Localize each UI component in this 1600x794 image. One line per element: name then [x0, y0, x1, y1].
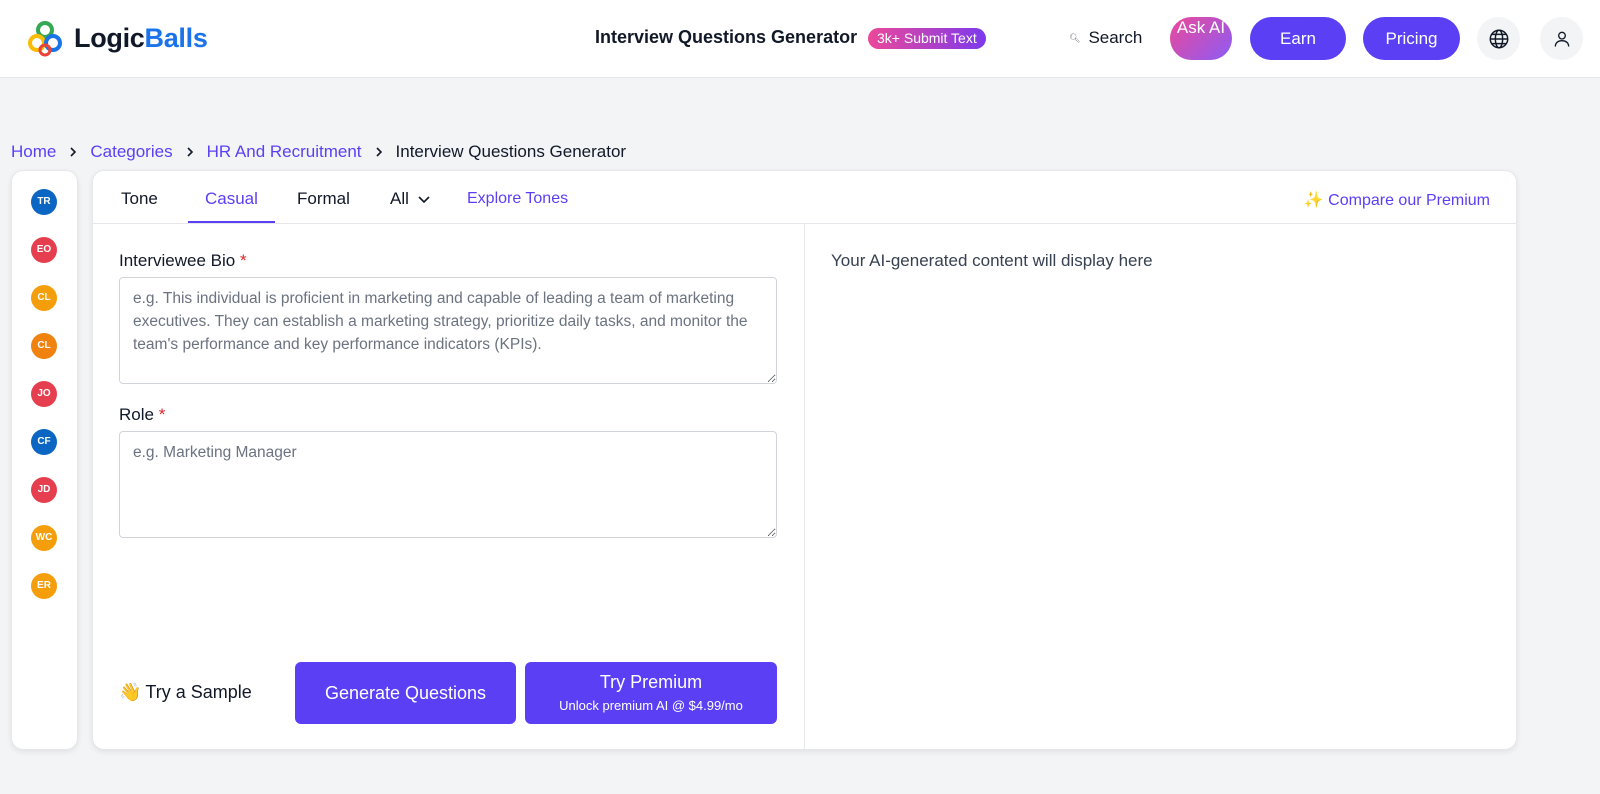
required-mark: *	[158, 405, 166, 424]
breadcrumb-current: Interview Questions Generator	[395, 142, 627, 161]
recent-users-sidebar: TR EO CL CL JO CF JD WC ER	[11, 170, 78, 750]
waving-hand-icon: 👋	[119, 682, 142, 702]
logicballs-logo[interactable]: LogicBalls	[24, 17, 208, 59]
user-icon	[1554, 31, 1569, 47]
tab-all-label: All	[390, 189, 409, 208]
chevron-right-icon	[374, 146, 384, 158]
tool-title: Interview Questions Generator	[595, 27, 858, 47]
chevron-right-icon	[185, 146, 195, 158]
logo-icon	[28, 21, 62, 57]
compare-premium-link[interactable]: ✨ Compare our Premium	[1304, 190, 1490, 210]
pricing-button[interactable]: Pricing	[1363, 17, 1460, 60]
search-icon: 🔍︎	[1069, 32, 1081, 43]
chevron-down-icon	[418, 196, 430, 204]
language-button[interactable]	[1477, 17, 1520, 60]
generator-card: Tone Casual Formal All Explore Tones ✨ C…	[92, 170, 1517, 750]
generate-questions-button[interactable]: Generate Questions	[295, 662, 516, 724]
account-button[interactable]	[1540, 17, 1583, 60]
tone-tabs: Tone Casual Formal All Explore Tones ✨ C…	[93, 171, 1516, 224]
avatar[interactable]: ER	[31, 573, 57, 599]
earn-button[interactable]: Earn	[1250, 17, 1346, 60]
breadcrumb-hr-recruitment[interactable]: HR And Recruitment	[207, 142, 362, 162]
avatar[interactable]: TR	[31, 189, 57, 215]
breadcrumb-home[interactable]: Home	[11, 142, 56, 162]
search-button[interactable]: 🔍︎ Search	[1069, 28, 1142, 48]
chevron-right-icon	[68, 146, 78, 158]
avatar[interactable]: EO	[31, 237, 57, 263]
try-sample-button[interactable]: 👋 Try a Sample	[119, 682, 252, 703]
breadcrumb-categories[interactable]: Categories	[90, 142, 172, 162]
avatar[interactable]: JD	[31, 477, 57, 503]
active-tab-indicator	[188, 221, 275, 223]
avatar[interactable]: JO	[31, 381, 57, 407]
breadcrumb: Home Categories HR And Recruitment Inter…	[11, 142, 626, 162]
avatar[interactable]: CF	[31, 429, 57, 455]
logo-text: LogicBalls	[74, 22, 208, 53]
explore-tones-link[interactable]: Explore Tones	[467, 190, 568, 208]
role-field-label: Role *	[119, 405, 166, 424]
tab-formal[interactable]: Formal	[297, 189, 350, 209]
panel-divider	[804, 224, 805, 749]
required-mark: *	[239, 251, 247, 270]
tab-casual[interactable]: Casual	[205, 189, 258, 209]
globe-icon	[1489, 29, 1508, 48]
avatar[interactable]: CL	[31, 333, 57, 359]
role-textarea[interactable]	[119, 431, 777, 538]
search-label: Search	[1088, 28, 1143, 47]
bio-field-label: Interviewee Bio *	[119, 251, 247, 270]
top-header: LogicBalls Interview Questions Generator…	[0, 0, 1600, 78]
bio-textarea[interactable]	[119, 277, 777, 384]
premium-title: Try Premium	[599, 672, 703, 692]
premium-subtitle: Unlock premium AI @ $4.99/mo	[559, 698, 743, 713]
try-premium-button[interactable]: Try Premium Unlock premium AI @ $4.99/mo	[525, 662, 777, 724]
tab-all-dropdown[interactable]: All	[390, 189, 431, 209]
avatar[interactable]: WC	[31, 525, 57, 551]
ask-ai-button[interactable]: Ask AI	[1170, 17, 1232, 60]
avatar[interactable]: CL	[31, 285, 57, 311]
output-placeholder: Your AI-generated content will display h…	[831, 251, 1153, 270]
try-sample-label: Try a Sample	[145, 682, 252, 702]
submit-count-badge: 3k+ Submit Text	[868, 28, 986, 49]
tab-tone[interactable]: Tone	[121, 189, 158, 209]
